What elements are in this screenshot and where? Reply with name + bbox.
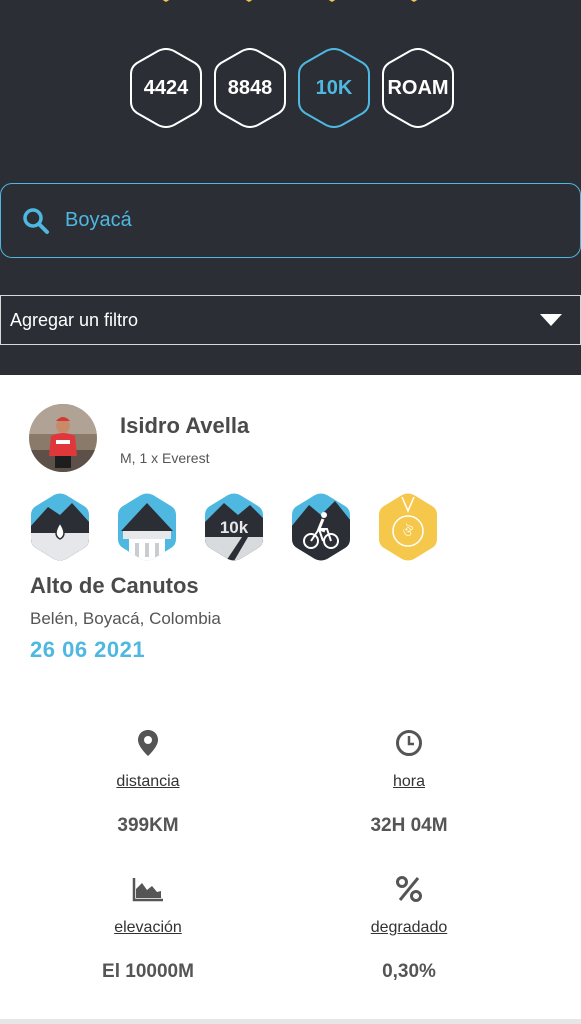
filter-10k-label: 10K xyxy=(315,76,353,99)
medal-badge-text: ঔ xyxy=(403,524,414,540)
filter-8848-button[interactable]: 8848 xyxy=(213,48,287,128)
location-pin-icon xyxy=(138,730,158,756)
elevation-value: El 10000M xyxy=(102,961,194,982)
gold-badge-icon[interactable] xyxy=(397,0,431,6)
search-bar[interactable] xyxy=(0,183,581,258)
stat-gradient: degradado 0,30% xyxy=(309,873,509,983)
time-label[interactable]: hora xyxy=(309,773,509,791)
gold-badge-icon[interactable] xyxy=(232,0,266,6)
clock-icon xyxy=(396,730,422,756)
caret-down-icon xyxy=(540,314,562,326)
route-location: Belén, Boyacá, Colombia xyxy=(30,609,221,628)
filter-roam-label: ROAM xyxy=(387,76,449,99)
stat-time: hora 32H 04M xyxy=(309,727,509,837)
cyclist-badge-icon[interactable] xyxy=(291,493,351,561)
badge-row: 10k ঔ xyxy=(30,493,438,561)
user-name[interactable]: Isidro Avella xyxy=(120,413,249,439)
bottom-divider xyxy=(0,1019,581,1024)
time-value: 32H 04M xyxy=(370,815,448,836)
gold-badge-icon[interactable] xyxy=(315,0,349,6)
add-filter-dropdown[interactable]: Agregar un filtro xyxy=(0,295,581,345)
search-input[interactable] xyxy=(65,209,545,232)
stat-elevation: elevación El 10000M xyxy=(48,873,248,983)
search-icon[interactable] xyxy=(21,206,51,236)
10k-mountain-badge-icon[interactable]: 10k xyxy=(204,493,264,561)
stat-distance: distancia 399KM xyxy=(48,727,248,837)
distance-label[interactable]: distancia xyxy=(48,773,248,791)
add-filter-label: Agregar un filtro xyxy=(10,309,139,330)
filter-8848-label: 8848 xyxy=(227,76,273,99)
drop-mountain-badge-icon[interactable] xyxy=(30,493,90,561)
gradient-label[interactable]: degradado xyxy=(309,919,509,937)
header-panel: 4424 8848 10K ROAM Agregar un filtro xyxy=(0,0,581,375)
activity-card[interactable]: Isidro Avella M, 1 x Everest 10k ঔ Alto … xyxy=(0,375,581,1024)
filter-4424-button[interactable]: 4424 xyxy=(129,48,203,128)
distance-value: 399KM xyxy=(117,815,179,836)
elevation-chart-icon xyxy=(132,878,163,902)
route-title: Alto de Canutos xyxy=(30,573,199,598)
user-meta: M, 1 x Everest xyxy=(120,450,210,466)
percent-icon xyxy=(396,876,422,902)
gold-medal-badge-icon[interactable]: ঔ xyxy=(378,493,438,561)
gold-badge-icon[interactable] xyxy=(149,0,183,6)
elevation-label[interactable]: elevación xyxy=(48,919,248,937)
avatar[interactable] xyxy=(29,404,97,472)
challenge-filter-row: 4424 8848 10K ROAM xyxy=(129,48,455,128)
tower-mountain-badge-icon[interactable] xyxy=(117,493,177,561)
gradient-value: 0,30% xyxy=(382,961,436,982)
10k-badge-text: 10k xyxy=(220,518,249,537)
filter-roam-button[interactable]: ROAM xyxy=(381,48,455,128)
filter-10k-button[interactable]: 10K xyxy=(297,48,371,128)
route-date: 26 06 2021 xyxy=(30,637,146,662)
filter-4424-label: 4424 xyxy=(143,76,189,99)
